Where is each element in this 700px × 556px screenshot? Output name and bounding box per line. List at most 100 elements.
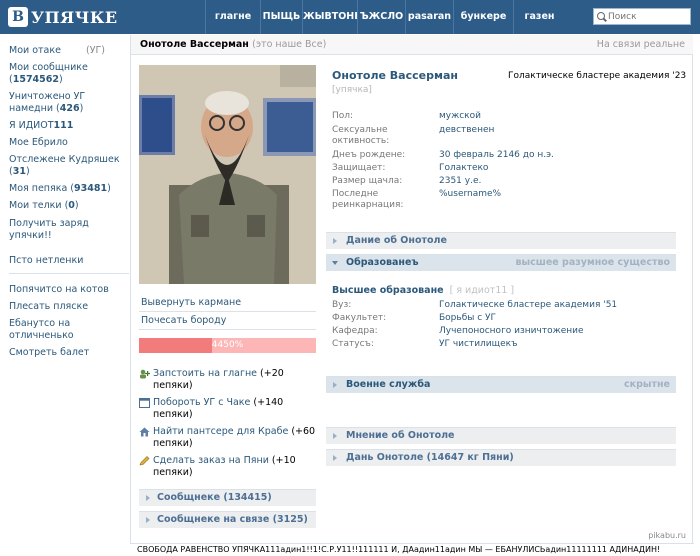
profile-name: Онотоле Вассерман	[332, 69, 458, 82]
sidebar-item-my-page[interactable]: Мои отаке (УГ)	[9, 45, 127, 57]
sidebar-item-cats[interactable]: Попячитсо на котов	[9, 284, 127, 296]
search-input[interactable]	[608, 11, 688, 22]
info-label: Днеъ рождене:	[332, 150, 406, 160]
education-row: Кафедра: Лучепоносного изничтожение	[332, 326, 672, 337]
info-value[interactable]: 2351 у.е.	[439, 176, 672, 187]
gift-link[interactable]: Сделать заказ на Пяни	[153, 455, 269, 466]
section-header-education[interactable]: Образованеъ высшее разумное существо	[326, 254, 676, 271]
nav-gazen[interactable]: газен	[513, 0, 565, 34]
rating-value: 4450%	[211, 340, 244, 350]
section-title: Образованеъ	[346, 257, 419, 268]
section-title: Мнение об Онотоле	[346, 430, 455, 441]
section-extra: скрытне	[624, 379, 670, 390]
top-nav: глагне ПЫЩЬ ЖЫВТОНЕ ЪЖСЛО pasaran бункер…	[205, 0, 565, 34]
sidebar-item-destroyed[interactable]: Уничтожено УГ намедни (426)	[9, 91, 127, 115]
sidebar-item-count: 111	[53, 120, 74, 131]
sidebar-item-end: )	[107, 183, 111, 194]
sidebar-divider	[9, 273, 129, 274]
sidebar-item-netlenki[interactable]: Псто нетленки	[9, 255, 127, 267]
section-header-data[interactable]: Дание об Онотоле	[326, 232, 676, 249]
gift-item: Сделать заказ на Пяни (+10 пепяки)	[139, 455, 316, 478]
sidebar-item-end: )	[74, 200, 79, 211]
education-label: Факультет:	[332, 313, 387, 323]
sidebar-item-charge[interactable]: Получить заряд упячки!!	[9, 218, 127, 242]
friends-box-header[interactable]: Сообщнеке (134415)	[139, 489, 316, 506]
sidebar-item-pepyaka[interactable]: Моя пепяка (93481)	[9, 183, 127, 195]
sidebar-item-telki[interactable]: Мои телки (0)	[9, 200, 127, 212]
sidebar-item-ballet[interactable]: Смотреть балет	[9, 347, 127, 359]
scratch-beard-link[interactable]: Почесать бороду	[139, 315, 316, 330]
sidebar-item-label: Получить заряд упячки!!	[9, 218, 89, 241]
title-subtitle: (это наше Все)	[252, 39, 327, 50]
gift-link[interactable]: Запстоить на глагне	[153, 368, 257, 379]
info-label: Сексуальне октивность:	[332, 125, 390, 146]
sidebar-item-label: Мои телки (	[9, 200, 69, 211]
sidebar-item-ebrilo[interactable]: Мое Ебрило	[9, 137, 127, 149]
sidebar-item-friends[interactable]: Мои сообщнике (1574562)	[9, 62, 127, 86]
education-value[interactable]: УГ чистилищекъ	[439, 339, 672, 350]
info-row: Размер щачла: 2351 у.е.	[332, 176, 672, 187]
site-logo[interactable]: В УПЯЧКЕ	[8, 6, 118, 28]
logo-mark: В	[8, 7, 28, 27]
gift-item: Побороть УГ с Чаке (+140 пепяки)	[139, 397, 316, 420]
sidebar-item-label: Мое Ебрило	[9, 137, 68, 148]
top-header: В УПЯЧКЕ глагне ПЫЩЬ ЖЫВТОНЕ ЪЖСЛО pasar…	[0, 0, 700, 34]
info-value[interactable]: Голактеко	[439, 163, 672, 174]
sidebar-item-tag: (УГ)	[86, 45, 105, 56]
sidebar-item-dance[interactable]: Плесать пляске	[9, 301, 127, 313]
nav-zhslo[interactable]: ЪЖСЛО	[357, 0, 405, 34]
person-add-icon	[140, 369, 150, 379]
nav-bunkere[interactable]: бункере	[453, 0, 513, 34]
gift-link[interactable]: Найти пантсере для Крабе	[153, 426, 288, 437]
education-row: Вуз: Голактическе бластере академия '51	[332, 300, 672, 311]
nav-pysch[interactable]: ПЫЩЬ	[260, 0, 302, 34]
education-label: Вуз:	[332, 300, 352, 310]
nav-glagne[interactable]: глагне	[205, 0, 260, 34]
info-value[interactable]: 30 февраль 2146 до н.э.	[439, 150, 672, 161]
online-status: На связи реальне	[596, 39, 685, 50]
sidebar-item-idiot[interactable]: Я ИДИОТ111	[9, 120, 127, 132]
profile-photo[interactable]	[139, 65, 316, 284]
section-header-tribute[interactable]: Дань Онотоле (14647 кг Пяни)	[326, 449, 676, 466]
education-row: Статусъ: УГ чистилищекъ	[332, 339, 672, 350]
gift-link[interactable]: Побороть УГ с Чаке	[153, 397, 250, 408]
triangle-right-icon	[146, 517, 150, 523]
footer-slogan: СВОБОДА РАВЕНСТВО УПЯЧКА111адин1!!1!С.Р.…	[137, 545, 661, 554]
gift-item: Найти пантсере для Крабе (+60 пепяки)	[139, 426, 316, 449]
sidebar-item-excellent[interactable]: Ебанутсо на отличненько	[9, 318, 127, 342]
education-value[interactable]: Борьбы с УГ	[439, 313, 672, 324]
section-header-military[interactable]: Военне служба скрытне	[326, 376, 676, 393]
triangle-right-icon	[333, 382, 337, 388]
profile-title-bar: Онотоле Вассерман (это наше Все) На связ…	[131, 35, 693, 55]
search-box[interactable]	[593, 8, 691, 25]
triangle-right-icon	[333, 455, 337, 461]
sidebar-item-count: 31	[12, 166, 26, 177]
section-title: Дание об Онотоле	[346, 235, 447, 246]
info-row: Сексуальне октивность: девственен	[332, 125, 672, 147]
profile-info: Пол: мужской Сексуальне октивность: девств…	[332, 111, 672, 211]
info-label: Пол:	[332, 111, 354, 121]
window-icon	[139, 398, 150, 408]
turn-pockets-link[interactable]: Вывернуть кармане	[139, 297, 316, 312]
nav-zhyvtone[interactable]: ЖЫВТОНЕ	[302, 0, 357, 34]
profile-academy[interactable]: Голактическе бластере академия '23	[508, 71, 686, 81]
education-value[interactable]: Лучепоносного изничтожение	[439, 326, 672, 337]
sidebar-item-count: 93481	[74, 183, 108, 194]
triangle-right-icon	[146, 495, 150, 501]
sidebar-item-label: Моя пепяка (	[9, 183, 75, 194]
watermark: pikabu.ru	[648, 531, 686, 540]
section-header-opinion[interactable]: Мнение об Онотоле	[326, 427, 676, 444]
info-row: Пол: мужской	[332, 111, 672, 122]
friends-online-box-header[interactable]: Сообщнеке на связе (3125)	[139, 511, 316, 528]
sidebar-item-tracking[interactable]: Отслежене Кудряшек (31)	[9, 154, 127, 178]
profile-photo-image	[139, 65, 316, 284]
nav-pasaran[interactable]: pasaran	[405, 0, 453, 34]
info-value[interactable]: мужской	[439, 111, 672, 122]
title-name: Онотоле Вассерман	[140, 39, 249, 50]
info-value[interactable]: девственен	[439, 125, 672, 136]
profile-panel: Онотоле Вассерман (это наше Все) На связ…	[130, 35, 693, 543]
education-value[interactable]: Голактическе бластере академия '51	[439, 300, 672, 311]
triangle-down-icon	[332, 261, 338, 265]
info-row: Днеъ рождене: 30 февраль 2146 до н.э.	[332, 150, 672, 161]
info-value[interactable]: %username%	[439, 189, 672, 200]
